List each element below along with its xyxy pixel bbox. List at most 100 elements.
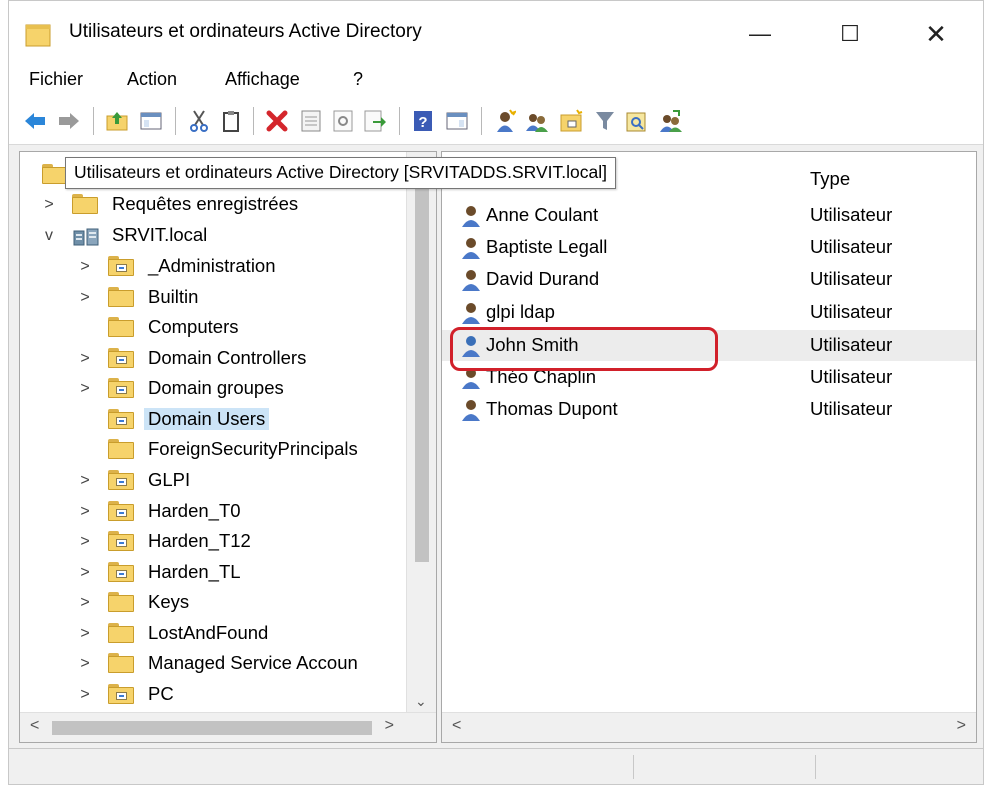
forward-arrow-icon[interactable] <box>57 109 81 133</box>
expand-chevron-icon[interactable]: > <box>78 258 92 276</box>
user-type: Utilisateur <box>810 204 893 225</box>
column-header-type[interactable]: Type <box>810 168 850 190</box>
list-item[interactable]: Thomas Dupont Utilisateur <box>442 394 976 425</box>
tree-item-label: Domain Users <box>144 408 270 430</box>
tree-item-lost-and-found[interactable]: > LostAndFound <box>20 619 410 649</box>
ou-folder-icon <box>108 348 134 368</box>
tree-vertical-scrollbar[interactable]: ⌄ <box>406 152 436 712</box>
show-console-tree-icon[interactable] <box>139 109 163 133</box>
expand-chevron-icon[interactable]: > <box>78 594 92 612</box>
tree-item-harden-t12[interactable]: > Harden_T12 <box>20 527 410 557</box>
user-type: Utilisateur <box>810 301 893 322</box>
expand-chevron-icon[interactable]: > <box>78 686 92 704</box>
toolbar-separator <box>253 107 254 135</box>
tree-item-label: ForeignSecurityPrincipals <box>148 438 358 459</box>
expand-chevron-icon[interactable]: > <box>42 196 56 214</box>
up-folder-icon[interactable] <box>105 109 129 133</box>
expand-chevron-icon[interactable]: > <box>78 533 92 551</box>
scroll-left-icon[interactable]: < <box>452 717 461 735</box>
scroll-right-icon[interactable]: > <box>385 717 394 735</box>
tree-item-label: Managed Service Accoun <box>148 652 358 673</box>
list-horizontal-scrollbar[interactable]: < > <box>442 712 976 742</box>
menu-action[interactable]: Action <box>127 69 177 90</box>
console-tree-pane: > Requêtes enregistrées v SRVIT.local > … <box>19 151 437 743</box>
tree-item-harden-tl[interactable]: > Harden_TL <box>20 558 410 588</box>
tree-item-domain-groupes[interactable]: > Domain groupes <box>20 374 410 404</box>
refresh-icon[interactable] <box>331 109 355 133</box>
tree-item-label: SRVIT.local <box>112 224 208 245</box>
app-folder-icon <box>25 23 51 47</box>
tree-item-administration[interactable]: > _Administration <box>20 252 410 282</box>
expand-chevron-icon[interactable]: > <box>78 380 92 398</box>
add-to-group-icon[interactable] <box>659 109 683 133</box>
show-action-pane-icon[interactable] <box>445 109 469 133</box>
menu-bar: Fichier Action Affichage ? <box>9 65 983 95</box>
back-arrow-icon[interactable] <box>23 109 47 133</box>
properties-icon[interactable] <box>299 109 323 133</box>
menu-fichier[interactable]: Fichier <box>29 69 83 90</box>
scroll-right-icon[interactable]: > <box>957 717 966 735</box>
menu-affichage[interactable]: Affichage <box>225 69 300 90</box>
ou-folder-icon <box>108 684 134 704</box>
expand-chevron-icon[interactable]: > <box>78 655 92 673</box>
new-ou-icon[interactable] <box>559 109 583 133</box>
user-type: Utilisateur <box>810 334 893 355</box>
tree-item-foreign-security-principals[interactable]: ForeignSecurityPrincipals <box>20 435 410 465</box>
scroll-down-icon[interactable]: ⌄ <box>415 693 427 710</box>
user-name: Thomas Dupont <box>486 398 618 419</box>
tree-item-label: Computers <box>148 316 239 337</box>
expand-chevron-icon[interactable]: > <box>78 564 92 582</box>
scrollbar-thumb[interactable] <box>415 162 429 562</box>
maximize-button[interactable]: ☐ <box>827 11 873 57</box>
annotation-highlight-ring <box>450 327 718 371</box>
list-item[interactable]: Baptiste Legall Utilisateur <box>442 232 976 263</box>
tree-horizontal-scrollbar[interactable]: < > <box>20 712 436 742</box>
user-type: Utilisateur <box>810 366 893 387</box>
folder-icon <box>108 592 134 612</box>
expand-chevron-icon[interactable]: > <box>78 625 92 643</box>
scroll-left-icon[interactable]: < <box>30 717 39 735</box>
tree-item-managed-service-accounts[interactable]: > Managed Service Accoun <box>20 649 410 679</box>
toolbar-separator <box>481 107 482 135</box>
tree-item-keys[interactable]: > Keys <box>20 588 410 618</box>
collapse-chevron-icon[interactable]: v <box>42 227 56 245</box>
copy-icon[interactable] <box>219 109 243 133</box>
expand-chevron-icon[interactable]: > <box>78 472 92 490</box>
list-item[interactable]: glpi ldap Utilisateur <box>442 297 976 328</box>
list-item[interactable]: Anne Coulant Utilisateur <box>442 200 976 231</box>
tree-item-label: Builtin <box>148 286 199 307</box>
folder-icon <box>108 653 134 673</box>
list-item[interactable]: David Durand Utilisateur <box>442 264 976 295</box>
filter-icon[interactable] <box>593 109 617 133</box>
expand-chevron-icon[interactable]: > <box>78 350 92 368</box>
tree-item-label: _Administration <box>148 255 276 276</box>
status-divider <box>633 755 634 779</box>
tree-item-domain-users[interactable]: Domain Users <box>20 405 410 435</box>
menu-help[interactable]: ? <box>353 69 363 90</box>
tree-item-domain[interactable]: v SRVIT.local <box>20 221 410 251</box>
minimize-button[interactable]: — <box>737 11 783 57</box>
ou-folder-icon <box>108 501 134 521</box>
tree-item-builtin[interactable]: > Builtin <box>20 283 410 313</box>
expand-chevron-icon[interactable]: > <box>78 503 92 521</box>
new-group-icon[interactable] <box>525 109 549 133</box>
tree-item-glpi[interactable]: > GLPI <box>20 466 410 496</box>
tree-item-saved-queries[interactable]: > Requêtes enregistrées <box>20 190 410 220</box>
cut-icon[interactable] <box>187 109 211 133</box>
toolbar-separator <box>93 107 94 135</box>
tree-item-pc[interactable]: > PC <box>20 680 410 710</box>
tree-item-harden-t0[interactable]: > Harden_T0 <box>20 497 410 527</box>
help-icon[interactable]: ? <box>411 109 435 133</box>
expand-chevron-icon[interactable]: > <box>78 289 92 307</box>
export-list-icon[interactable] <box>363 109 387 133</box>
new-user-icon[interactable] <box>493 109 517 133</box>
close-button[interactable]: ✕ <box>913 11 959 57</box>
tree-item-computers[interactable]: Computers <box>20 313 410 343</box>
scrollbar-thumb[interactable] <box>52 721 372 735</box>
delete-icon[interactable] <box>265 109 289 133</box>
window-title: Utilisateurs et ordinateurs Active Direc… <box>69 21 422 42</box>
tree-item-domain-controllers[interactable]: > Domain Controllers <box>20 344 410 374</box>
find-icon[interactable] <box>625 109 649 133</box>
user-name: glpi ldap <box>486 301 555 322</box>
user-name: Anne Coulant <box>486 204 599 225</box>
